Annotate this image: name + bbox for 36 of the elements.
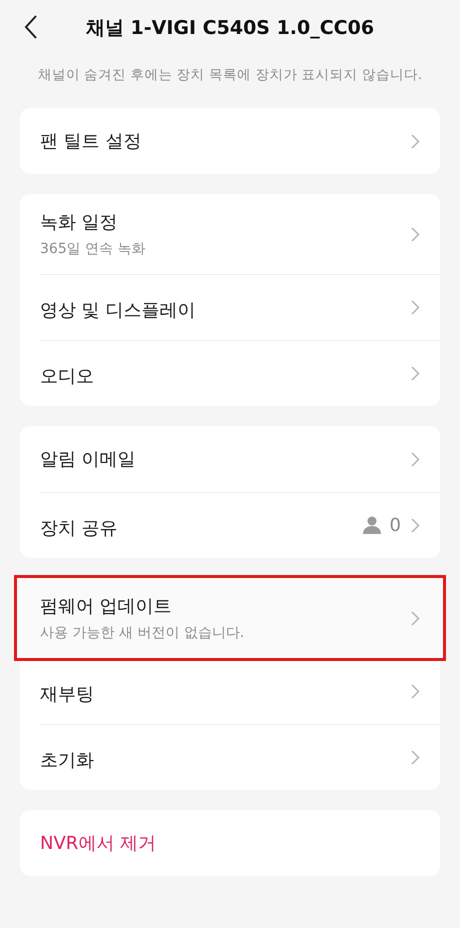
chevron-icon (411, 750, 420, 764)
row-label: 녹화 일정 (40, 211, 119, 234)
row-label: 재부팅 (40, 683, 95, 706)
chevron-icon (411, 366, 420, 380)
settings-row[interactable]: 펌웨어 업데이트 사용 가능한 새 버전이 없습니다. (17, 578, 443, 658)
settings-row[interactable]: 초기화 (20, 724, 440, 790)
chevron-icon (411, 134, 420, 148)
chevron-icon (411, 226, 420, 242)
settings-row[interactable]: 재부팅 (20, 658, 440, 724)
row-label: NVR에서 제거 (40, 832, 158, 855)
back-icon (24, 14, 38, 40)
chevron-icon (411, 518, 420, 532)
chevron-icon (411, 610, 420, 626)
row-label: 영상 및 디스플레이 (40, 299, 196, 322)
settings-row[interactable]: 알림 이메일 (20, 426, 440, 492)
person-icon (362, 515, 382, 535)
page-title: 채널 1-VIGI C540S 1.0_CC06 (86, 16, 374, 41)
share-count: 0 (390, 514, 401, 536)
settings-row[interactable]: 오디오 (20, 340, 440, 406)
row-label: 알림 이메일 (40, 448, 137, 471)
chevron-icon (411, 684, 420, 698)
notice-text: 채널이 숨겨진 후에는 장치 목록에 장치가 표시되지 않습니다. (36, 66, 424, 84)
row-label: 초기화 (40, 749, 95, 772)
settings-row[interactable]: 녹화 일정 365일 연속 녹화 (20, 194, 440, 274)
settings-row[interactable]: 영상 및 디스플레이 (20, 274, 440, 340)
row-sublabel: 365일 연속 녹화 (40, 240, 147, 258)
row-sublabel: 사용 가능한 새 버전이 없습니다. (40, 624, 246, 642)
row-label: 팬 틸트 설정 (40, 130, 142, 153)
settings-row[interactable]: 팬 틸트 설정 (20, 108, 440, 174)
remove-row[interactable]: NVR에서 제거 (20, 810, 440, 876)
chevron-icon (411, 300, 420, 314)
row-label: 장치 공유 (40, 517, 119, 540)
chevron-icon (411, 452, 420, 466)
row-label: 펌웨어 업데이트 (40, 595, 173, 618)
row-label: 오디오 (40, 365, 95, 388)
settings-row[interactable]: 장치 공유 0 (20, 492, 440, 558)
